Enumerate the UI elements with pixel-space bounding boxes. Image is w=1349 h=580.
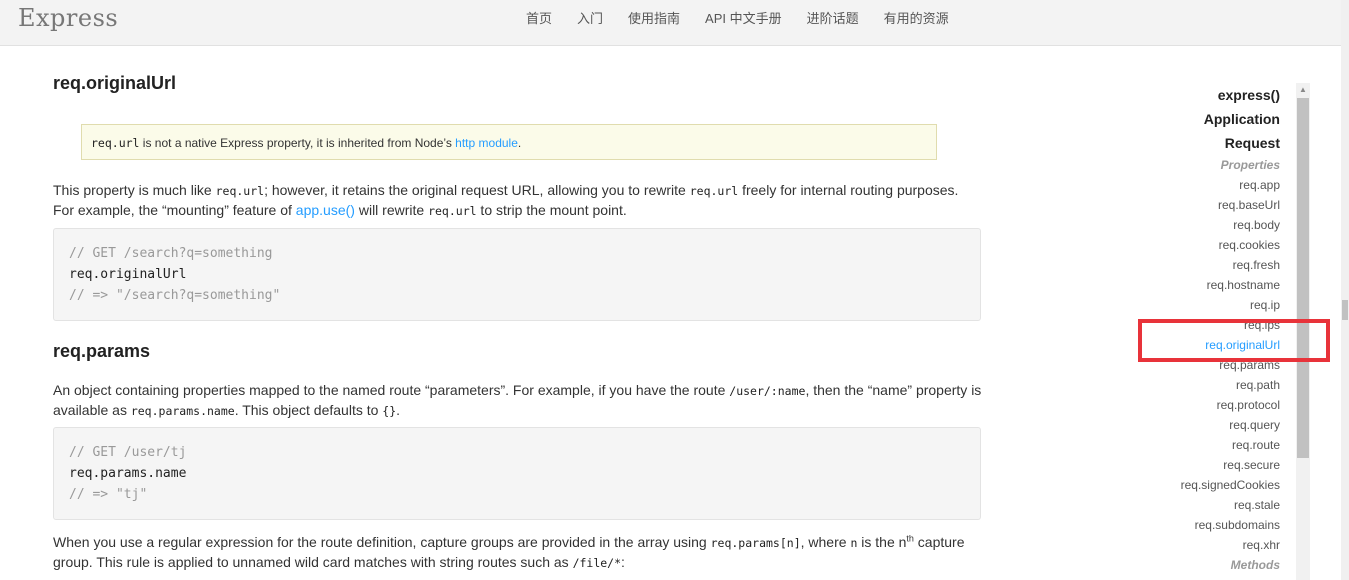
sidebar-item-req-subdomains[interactable]: req.subdomains (1130, 515, 1280, 535)
sidebar-item-req-query[interactable]: req.query (1130, 415, 1280, 435)
sidebar-express[interactable]: express() (1130, 83, 1280, 107)
heading-params: req.params (53, 341, 151, 361)
sidebar-item-req-app[interactable]: req.app (1130, 175, 1280, 195)
sidebar-item-req-hostname[interactable]: req.hostname (1130, 275, 1280, 295)
code-line: req.originalUrl (69, 267, 187, 282)
sidebar-item-req-secure[interactable]: req.secure (1130, 455, 1280, 475)
sidebar-item-req-ip[interactable]: req.ip (1130, 295, 1280, 315)
sidebar-item-req-baseurl[interactable]: req.baseUrl (1130, 195, 1280, 215)
sidebar-methods-heading: Methods (1230, 558, 1280, 572)
code-example-params: // GET /user/tj req.params.name // => "t… (53, 427, 981, 520)
inline-code: req.params.name (130, 404, 235, 418)
inline-code: req.params[n] (710, 536, 801, 550)
params-regex-description: When you use a regular expression for th… (53, 533, 983, 573)
inline-code: {} (382, 404, 397, 418)
sidebar-item-req-signedcookies[interactable]: req.signedCookies (1130, 475, 1280, 495)
sidebar-properties-heading: Properties (1220, 158, 1280, 172)
text: , where (800, 534, 851, 550)
text: is the n (857, 534, 907, 550)
nav-guide[interactable]: 使用指南 (628, 8, 680, 27)
top-header: Express 首页 入门 使用指南 API 中文手册 进阶话题 有用的资源 (0, 0, 1341, 46)
scroll-up-arrow-icon[interactable]: ▲ (1296, 83, 1310, 97)
inline-code: /user/:name (729, 384, 806, 398)
nav-api-reference[interactable]: API 中文手册 (705, 8, 782, 27)
heading-original-url: req.originalUrl (53, 73, 177, 93)
note-text: is not a native Express property, it is … (139, 136, 456, 150)
page-scrollbar[interactable] (1341, 0, 1349, 580)
sidebar-scrollbar-thumb[interactable] (1297, 98, 1309, 458)
original-url-description: This property is much like req.url; howe… (53, 181, 983, 221)
nav-home[interactable]: 首页 (526, 8, 552, 27)
note-end: . (517, 136, 522, 150)
http-module-link[interactable]: http module (455, 136, 518, 150)
top-nav: 首页 入门 使用指南 API 中文手册 进阶话题 有用的资源 (526, 8, 974, 27)
code-line: req.params.name (69, 466, 187, 481)
code-line: // => "/search?q=something" (69, 288, 281, 303)
text: . This object defaults to (234, 402, 383, 418)
sidebar-item-req-route[interactable]: req.route (1130, 435, 1280, 455)
app-use-link[interactable]: app.use() (296, 202, 355, 218)
code-example-original-url: // GET /search?q=something req.originalU… (53, 228, 981, 321)
code-line: // GET /search?q=something (69, 246, 273, 261)
sidebar-request[interactable]: Request (1130, 131, 1280, 155)
text: ; however, it retains the original reque… (264, 182, 690, 198)
superscript: th (906, 533, 914, 544)
sidebar-item-req-protocol[interactable]: req.protocol (1130, 395, 1280, 415)
nav-advanced-topics[interactable]: 进阶话题 (807, 8, 859, 27)
sidebar-application[interactable]: Application (1130, 107, 1280, 131)
text: When you use a regular expression for th… (53, 534, 711, 550)
note-code: req.url (91, 136, 140, 150)
sidebar-item-req-path[interactable]: req.path (1130, 375, 1280, 395)
code-line: // GET /user/tj (69, 445, 187, 460)
text: to strip the mount point. (476, 202, 627, 218)
note-box: req.url is not a native Express property… (81, 124, 937, 160)
nav-getting-started[interactable]: 入门 (577, 8, 603, 27)
sidebar-item-req-fresh[interactable]: req.fresh (1130, 255, 1280, 275)
inline-code: req.url (689, 184, 739, 198)
page-scrollbar-thumb[interactable] (1342, 300, 1348, 320)
sidebar-item-req-cookies[interactable]: req.cookies (1130, 235, 1280, 255)
inline-code: req.url (215, 184, 265, 198)
highlight-annotation-box (1138, 319, 1330, 362)
params-description: An object containing properties mapped t… (53, 381, 983, 421)
text: An object containing properties mapped t… (53, 382, 730, 398)
sidebar-items: req.app req.baseUrl req.body req.cookies req… (1130, 175, 1280, 555)
inline-code: /file/* (572, 556, 622, 570)
text: will rewrite (354, 202, 429, 218)
sidebar-item-req-stale[interactable]: req.stale (1130, 495, 1280, 515)
express-logo[interactable]: Express (18, 4, 118, 32)
nav-resources[interactable]: 有用的资源 (884, 8, 949, 27)
text: . (396, 402, 401, 418)
text: This property is much like (53, 182, 216, 198)
inline-code: req.url (428, 204, 477, 218)
sidebar-item-req-xhr[interactable]: req.xhr (1130, 535, 1280, 555)
sidebar-item-req-body[interactable]: req.body (1130, 215, 1280, 235)
code-line: // => "tj" (69, 487, 148, 502)
text: : (621, 554, 625, 570)
